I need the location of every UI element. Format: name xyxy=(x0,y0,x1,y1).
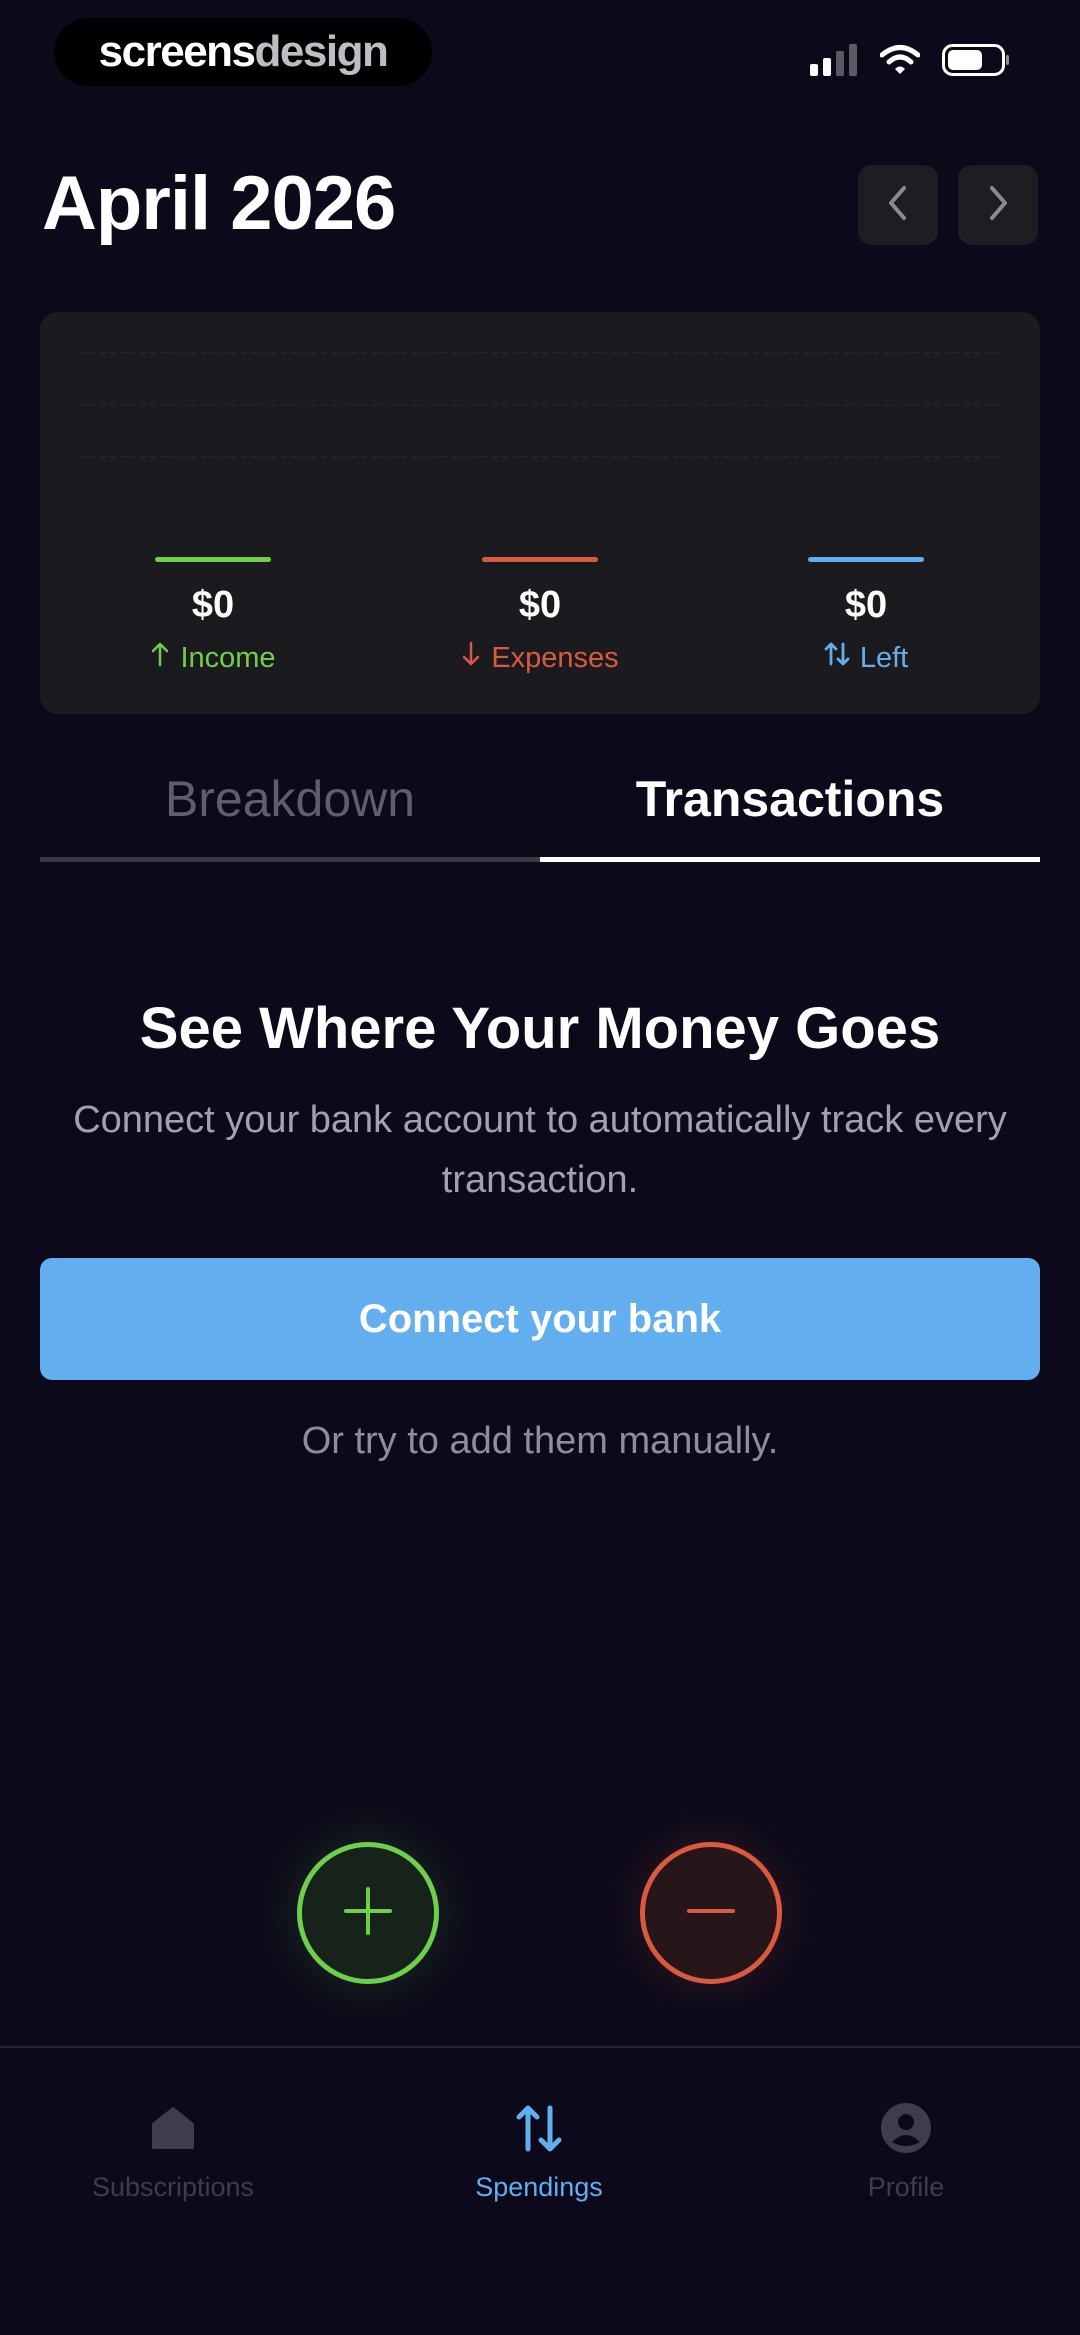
expenses-stat: $0 Expenses xyxy=(415,557,665,675)
left-bar xyxy=(808,557,924,562)
expenses-value: $0 xyxy=(518,584,562,626)
nav-spendings[interactable]: Spendings xyxy=(409,2098,669,2203)
arrows-up-down-icon xyxy=(824,641,850,675)
add-manually-link[interactable]: Or try to add them manually. xyxy=(0,1420,1080,1463)
grid-line xyxy=(80,404,1000,406)
chevron-right-icon xyxy=(983,183,1013,228)
next-month-button[interactable] xyxy=(958,165,1038,245)
expenses-label: Expenses xyxy=(491,641,619,674)
minus-icon xyxy=(686,1886,736,1941)
expenses-label-row: Expenses xyxy=(415,641,665,675)
income-label: Income xyxy=(180,641,276,674)
bottom-nav: Subscriptions Spendings Profile xyxy=(0,2046,1080,2335)
status-bar: screens design xyxy=(0,0,1080,110)
chevron-left-icon xyxy=(883,183,913,228)
nav-profile[interactable]: Profile xyxy=(776,2098,1036,2203)
previous-month-button[interactable] xyxy=(858,165,938,245)
brand-part-1: screens xyxy=(98,27,256,76)
status-icons xyxy=(810,44,1010,81)
plus-icon xyxy=(343,1886,393,1941)
summary-card: $0 Income $0 Expenses $0 Left xyxy=(40,312,1040,714)
grid-line xyxy=(80,352,1000,354)
left-label-row: Left xyxy=(741,641,991,675)
expenses-bar xyxy=(482,557,598,562)
brand-logo: screens design xyxy=(54,18,432,86)
add-expense-button[interactable] xyxy=(640,1842,782,1984)
left-stat: $0 Left xyxy=(741,557,991,675)
income-bar xyxy=(155,557,271,562)
brand-part-2: design xyxy=(254,27,389,76)
arrow-down-icon xyxy=(461,641,481,675)
income-label-row: Income xyxy=(88,641,338,675)
connect-bank-button[interactable]: Connect your bank xyxy=(40,1258,1040,1380)
arrows-up-down-icon xyxy=(409,2098,669,2158)
tab-transactions[interactable]: Transactions xyxy=(540,770,1040,862)
income-stat: $0 Income xyxy=(88,557,338,675)
empty-state-text: Connect your bank account to automatical… xyxy=(73,1099,1007,1201)
left-label: Left xyxy=(859,641,909,674)
grid-line xyxy=(80,456,1000,458)
nav-profile-label: Profile xyxy=(867,2172,945,2202)
user-icon xyxy=(776,2098,1036,2158)
tab-breakdown[interactable]: Breakdown xyxy=(40,770,540,862)
income-value: $0 xyxy=(191,584,235,626)
home-icon xyxy=(43,2098,303,2158)
left-value: $0 xyxy=(844,584,888,626)
battery-icon xyxy=(942,44,1010,81)
nav-spendings-label: Spendings xyxy=(475,2172,603,2202)
view-tabs: Breakdown Transactions xyxy=(40,770,1040,862)
arrow-up-icon xyxy=(150,641,170,675)
signal-icon xyxy=(810,44,858,81)
nav-subscriptions[interactable]: Subscriptions xyxy=(43,2098,303,2203)
add-income-button[interactable] xyxy=(297,1842,439,1984)
nav-subscriptions-label: Subscriptions xyxy=(91,2172,255,2202)
empty-state-title: See Where Your Money Goes xyxy=(139,996,941,1061)
wifi-icon xyxy=(879,44,921,81)
month-title: April 2026 xyxy=(42,161,396,246)
